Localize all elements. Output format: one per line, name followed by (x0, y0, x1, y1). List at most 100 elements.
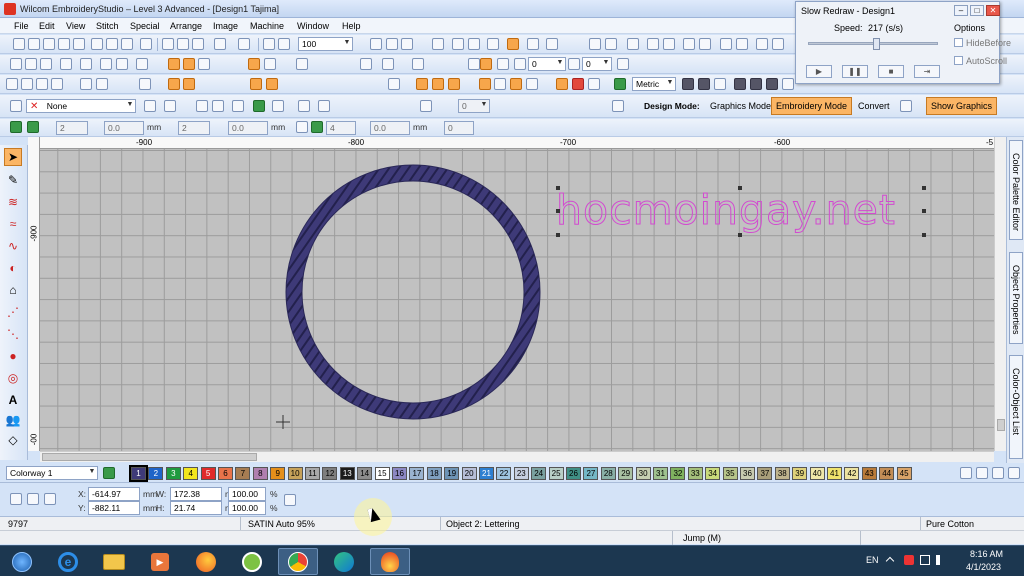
shape-angle-icon[interactable] (526, 78, 538, 90)
color-swatch[interactable]: 35 (722, 467, 738, 480)
stitch-effect-10-icon[interactable] (480, 58, 492, 70)
send-icon[interactable] (140, 38, 152, 50)
zoom-box-icon[interactable] (370, 38, 382, 50)
show-fabric-icon[interactable] (527, 38, 539, 50)
menu-help[interactable]: Help (342, 21, 361, 31)
select-all-icon[interactable] (589, 38, 601, 50)
scale-w-field[interactable]: 100.00 (228, 487, 266, 501)
language-indicator[interactable]: EN (866, 555, 879, 565)
grid-icon[interactable] (432, 38, 444, 50)
stitch-effect-1-icon[interactable] (168, 58, 180, 70)
color-swatch[interactable]: 40 (809, 467, 825, 480)
stitch-effect-5-icon[interactable] (264, 58, 276, 70)
color-swatch[interactable]: 15 (374, 467, 390, 480)
h-field[interactable]: 21.74 (170, 501, 222, 515)
shape-arrow-icon[interactable] (510, 78, 522, 90)
media-player-icon[interactable]: ▶ (140, 548, 180, 575)
style-select[interactable]: ✕ None ▼ (26, 99, 136, 113)
shape-square-icon[interactable] (494, 78, 506, 90)
tatami-icon[interactable] (100, 58, 112, 70)
trim-icon[interactable] (588, 78, 600, 90)
stitch-effect-8-icon[interactable] (412, 58, 424, 70)
color-swatch[interactable]: 32 (670, 467, 686, 480)
color-swatch[interactable]: 3 (165, 467, 181, 480)
maximize-button[interactable]: □ (970, 5, 984, 16)
fill-type-1-icon[interactable] (168, 78, 180, 90)
w-field[interactable]: 172.38 (170, 487, 222, 501)
play-button[interactable]: ▶ (806, 65, 832, 78)
show-guides-icon[interactable] (468, 38, 480, 50)
menu-window[interactable]: Window (297, 21, 329, 31)
reshape-icon[interactable]: ✎ (4, 171, 22, 189)
show-bitmap-icon[interactable] (546, 38, 558, 50)
color-swatch[interactable]: 1 (129, 465, 148, 482)
sequence-3-icon[interactable] (714, 78, 726, 90)
distribute-icon[interactable] (736, 38, 748, 50)
file-explorer-icon[interactable] (94, 548, 134, 575)
style-tool-1-icon[interactable] (144, 100, 156, 112)
color-swatch[interactable]: 6 (218, 467, 233, 480)
color-swatch[interactable]: 43 (861, 467, 877, 480)
units-select[interactable]: Metric ▼ (632, 77, 676, 91)
prop-field-6[interactable]: 0.0 (370, 121, 410, 135)
color-swatch[interactable]: 27 (583, 467, 599, 480)
3d-icon[interactable] (382, 58, 394, 70)
sequence-4-icon[interactable] (734, 78, 746, 90)
style-tool-3-icon[interactable] (196, 100, 208, 112)
paste-icon[interactable] (192, 38, 204, 50)
color-swatch[interactable]: 31 (653, 467, 668, 480)
menu-edit[interactable]: Edit (39, 21, 55, 31)
shape-leaf-icon[interactable] (432, 78, 444, 90)
x-field[interactable]: -614.97 (88, 487, 140, 501)
lock-icon[interactable] (647, 38, 659, 50)
color-sort-icon[interactable] (627, 38, 639, 50)
tab-color-object-list[interactable]: Color-Object List (1009, 355, 1023, 459)
shape-point-icon[interactable] (479, 78, 491, 90)
run-tool-icon[interactable]: ∿ (4, 237, 22, 255)
hide-before-checkbox[interactable] (954, 38, 963, 47)
column-b-icon[interactable] (25, 58, 37, 70)
tab-color-palette-editor[interactable]: Color Palette Editor (1009, 140, 1023, 240)
motif-icon[interactable] (116, 58, 128, 70)
menu-stitch[interactable]: Stitch (96, 21, 119, 31)
wilcom-taskbar-icon[interactable] (370, 548, 410, 575)
prop-field-7[interactable]: 0 (444, 121, 474, 135)
prop-field-2[interactable]: 0.0 (104, 121, 144, 135)
firefox-icon[interactable] (186, 548, 226, 575)
lettering-tool-icon[interactable]: A (4, 391, 22, 409)
select-arrow-icon[interactable]: ➤ (4, 148, 22, 166)
internet-explorer-icon[interactable]: e (48, 548, 88, 575)
node-tool-icon[interactable]: ⋰ (4, 303, 22, 321)
show-stitches-icon[interactable] (507, 38, 519, 50)
color-swatch[interactable]: 37 (757, 467, 773, 480)
color-swatch[interactable]: 17 (409, 467, 425, 480)
prop-tool-1-icon[interactable] (10, 121, 22, 133)
undo-icon[interactable] (214, 38, 226, 50)
lettering-object[interactable]: hocmoingay.net (556, 186, 896, 235)
chevron-up-icon[interactable] (885, 556, 895, 566)
stitch-effect-9-icon[interactable] (468, 58, 480, 70)
menu-machine[interactable]: Machine (250, 21, 284, 31)
sequence-6-icon[interactable] (766, 78, 778, 90)
prop-field-1[interactable]: 2 (56, 121, 88, 135)
coord-tool-3-icon[interactable] (44, 493, 56, 505)
slider-thumb[interactable] (873, 38, 881, 50)
color-swatch[interactable]: 11 (305, 467, 320, 480)
color-swatch[interactable]: 20 (461, 467, 477, 480)
menu-image[interactable]: Image (213, 21, 238, 31)
color-swatch[interactable]: 25 (548, 467, 564, 480)
pause-button[interactable]: ❚❚ (842, 65, 868, 78)
menu-special[interactable]: Special (130, 21, 160, 31)
stitch-effect-6-icon[interactable] (296, 58, 308, 70)
style-tool-4-icon[interactable] (212, 100, 224, 112)
prop-field-3[interactable]: 2 (178, 121, 210, 135)
color-swatch[interactable]: 30 (635, 467, 651, 480)
style-tool-10-icon[interactable] (420, 100, 432, 112)
color-swatch[interactable]: 14 (357, 467, 373, 480)
satin-tool-icon[interactable]: ≋ (4, 193, 22, 211)
color-swatch[interactable]: 7 (235, 467, 251, 480)
outline-tool-1-icon[interactable] (6, 78, 18, 90)
stitch-effect-7-icon[interactable] (360, 58, 372, 70)
sequence-2-icon[interactable] (698, 78, 710, 90)
unlock-icon[interactable] (663, 38, 675, 50)
